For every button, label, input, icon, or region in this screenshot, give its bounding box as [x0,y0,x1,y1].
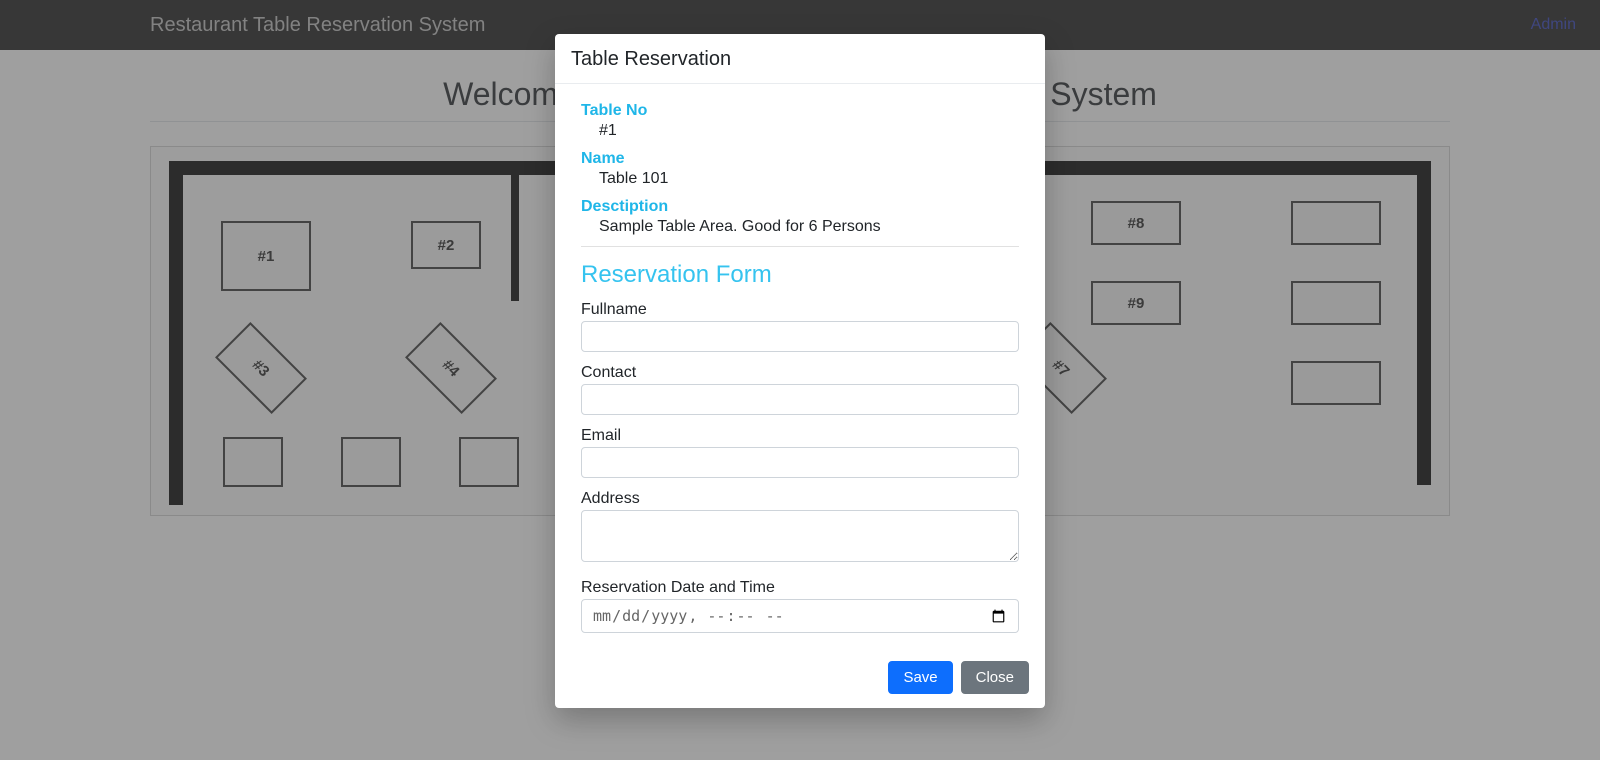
label-email: Email [581,427,1019,445]
save-button[interactable]: Save [888,661,952,694]
modal-divider [581,246,1019,247]
label-fullname: Fullname [581,301,1019,319]
close-button[interactable]: Close [961,661,1029,694]
modal-title: Table Reservation [555,34,1045,84]
address-input[interactable] [581,510,1019,562]
fullname-input[interactable] [581,321,1019,352]
email-input[interactable] [581,447,1019,478]
label-contact: Contact [581,364,1019,382]
reservation-form-title: Reservation Form [581,261,1019,289]
label-description: Desctiption [581,198,1019,216]
contact-input[interactable] [581,384,1019,415]
value-name: Table 101 [599,170,1019,188]
label-table-no: Table No [581,102,1019,120]
modal-body: Table No #1 Name Table 101 Desctiption S… [555,84,1045,649]
datetime-input[interactable] [581,599,1019,633]
label-address: Address [581,490,1019,508]
value-table-no: #1 [599,122,1019,140]
value-description: Sample Table Area. Good for 6 Persons [599,218,1019,236]
label-datetime: Reservation Date and Time [581,579,1019,597]
reservation-modal: Table Reservation Table No #1 Name Table… [555,34,1045,708]
label-name: Name [581,150,1019,168]
modal-footer: Save Close [555,649,1045,708]
